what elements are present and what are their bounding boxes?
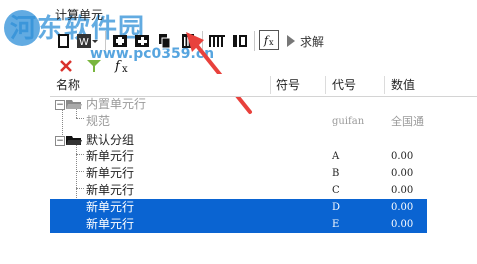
svg-text:f: f xyxy=(114,59,122,74)
table-row-selected[interactable]: 新单元行 D 0.00 xyxy=(50,199,427,216)
add-row-icon[interactable] xyxy=(112,33,128,49)
table-row[interactable]: 新单元行 C 0.00 xyxy=(50,182,427,199)
row-code: E xyxy=(332,219,340,230)
row-code: A xyxy=(332,151,340,162)
toolbar-separator xyxy=(105,31,106,51)
svg-text:W: W xyxy=(79,37,89,48)
folder-open-icon xyxy=(66,100,82,109)
row-code: C xyxy=(332,185,340,196)
collapse-toggle[interactable]: − xyxy=(55,136,65,146)
row-name: 新单元行 xyxy=(86,149,135,163)
row-value: 0.00 xyxy=(391,219,414,230)
play-icon[interactable] xyxy=(286,34,296,50)
row-name: 新单元行 xyxy=(86,217,135,231)
row-value: 全国通 xyxy=(391,115,424,128)
table-row-selected[interactable]: 新单元行 E 0.00 xyxy=(50,216,427,233)
tree-row-builtin-item[interactable]: 规范 guifan 全国通 xyxy=(50,113,427,130)
fx-icon[interactable]: fx xyxy=(114,57,136,75)
row-name: 新单元行 xyxy=(86,183,135,197)
table-header: 名称 符号 代号 数值 xyxy=(50,74,477,97)
add-group-icon[interactable] xyxy=(134,33,150,49)
column-header-code[interactable]: 代号 xyxy=(326,74,384,96)
tree-row-group-builtin[interactable]: − 内置单元行 xyxy=(50,96,427,113)
row-value: 0.00 xyxy=(391,185,414,196)
row-code: B xyxy=(332,168,340,179)
close-icon[interactable] xyxy=(58,58,74,74)
table-row[interactable]: 新单元行 A 0.00 xyxy=(50,148,427,165)
row-name: 新单元行 xyxy=(86,200,135,214)
column-header-name[interactable]: 名称 xyxy=(50,74,270,96)
row-value: 0.00 xyxy=(391,168,414,179)
tree-group-label: 内置单元行 xyxy=(86,97,147,111)
table-row[interactable]: 新单元行 B 0.00 xyxy=(50,165,427,182)
copy-icon[interactable] xyxy=(156,33,172,49)
column-header-value[interactable]: 数值 xyxy=(385,74,435,96)
row-code: guifan xyxy=(332,116,365,127)
row-code: D xyxy=(332,202,341,213)
formula-icon[interactable]: fx xyxy=(259,30,279,50)
document-icon[interactable] xyxy=(56,33,72,49)
svg-text:x: x xyxy=(269,38,274,47)
tree-group-label: 默认分组 xyxy=(86,133,135,147)
row-name: 规范 xyxy=(86,114,111,128)
tree-table: − 内置单元行 规范 guifan 全国通 − 默认分组 新单元行 A 0.00… xyxy=(50,96,477,264)
tree-row-group-default[interactable]: − 默认分组 xyxy=(50,132,427,149)
word-icon[interactable]: W xyxy=(76,33,98,49)
window-title: 计算单元 xyxy=(55,8,104,22)
toolbar: W fx 求解 xyxy=(50,27,477,55)
row-value: 0.00 xyxy=(391,151,414,162)
filter-icon[interactable] xyxy=(86,59,102,75)
collapse-toggle[interactable]: − xyxy=(55,100,65,110)
solve-button[interactable]: 求解 xyxy=(300,33,324,50)
column-header-symbol[interactable]: 符号 xyxy=(270,74,325,96)
row-value: 0.00 xyxy=(391,202,414,213)
folder-open-icon xyxy=(66,136,82,145)
row-name: 新单元行 xyxy=(86,166,135,180)
